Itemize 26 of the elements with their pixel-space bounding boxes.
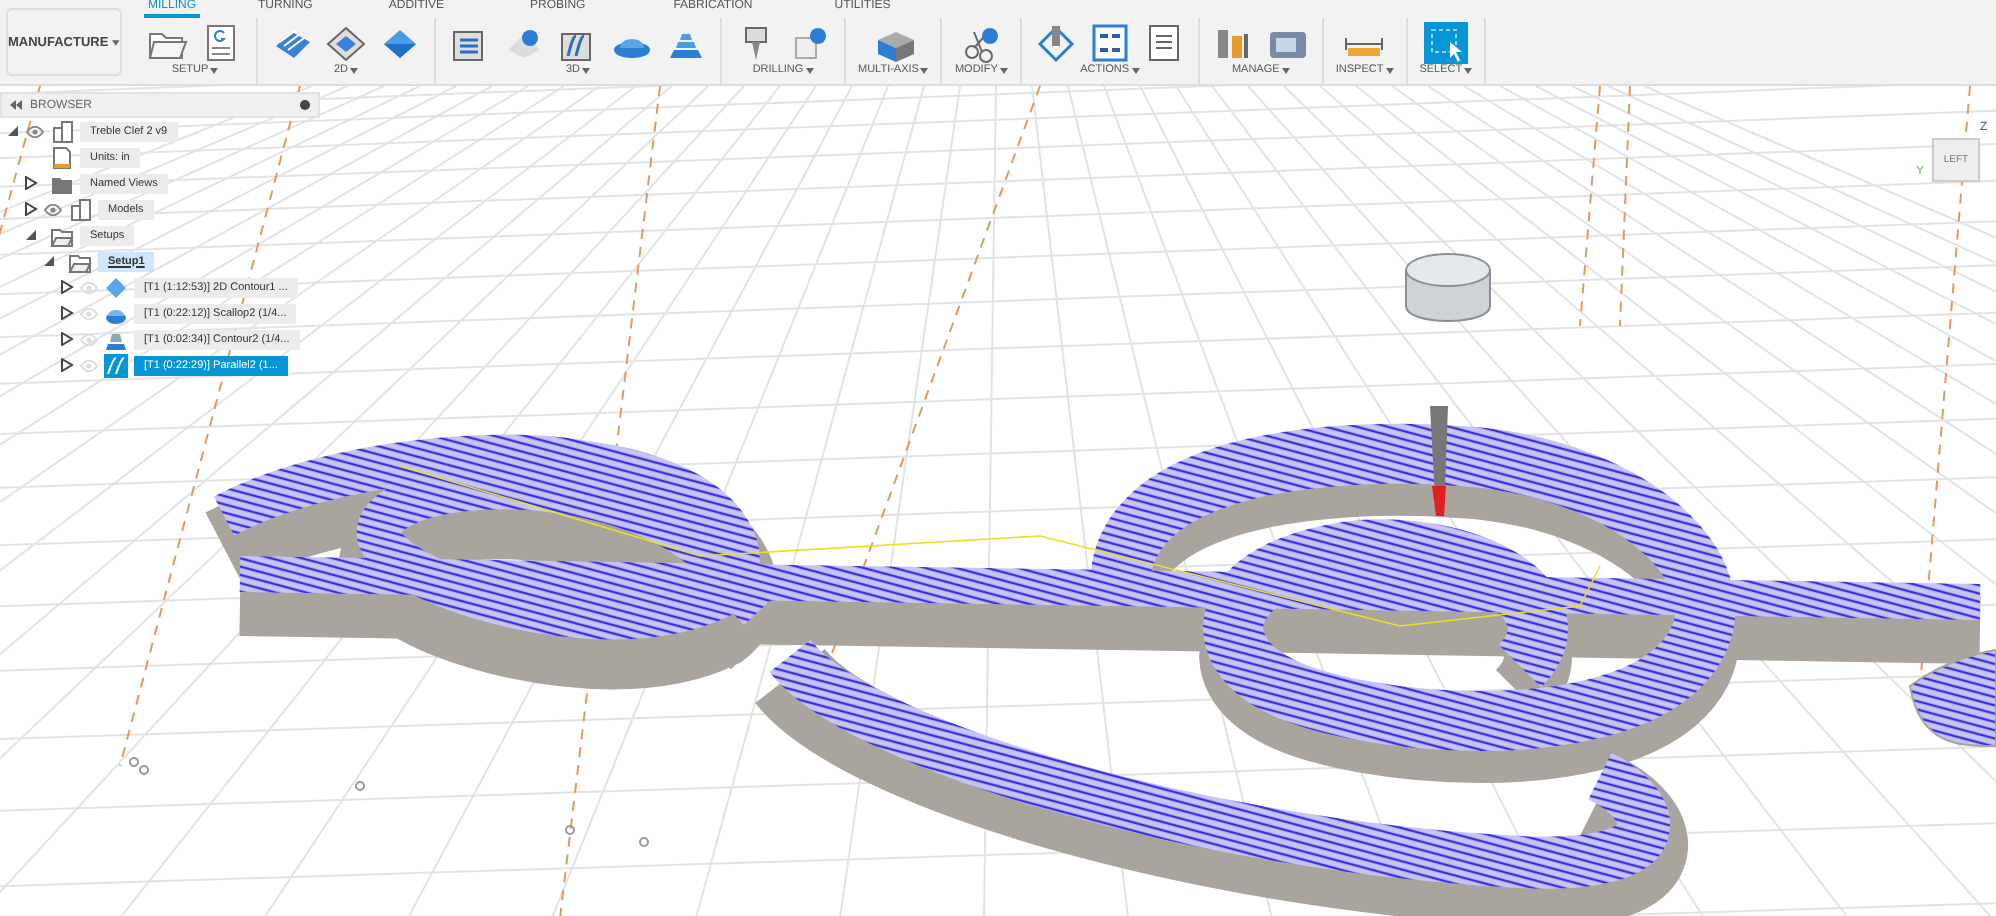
diamond-tool-icon[interactable]	[324, 21, 368, 63]
folder-icon	[50, 223, 74, 247]
caret-icon	[112, 39, 120, 45]
expanded-arrow-icon[interactable]	[6, 124, 20, 138]
eye-icon[interactable]	[44, 203, 62, 215]
eye-icon[interactable]	[26, 125, 44, 137]
caret-icon	[210, 67, 219, 73]
component-icon	[68, 197, 92, 221]
pin-icon[interactable]	[300, 100, 310, 110]
caret-icon	[1281, 67, 1290, 73]
caret-icon	[999, 67, 1008, 73]
caret-icon	[1464, 67, 1473, 73]
caret-icon	[582, 67, 591, 73]
probe-tool-icon[interactable]	[1033, 21, 1078, 63]
parallel-path-icon	[104, 353, 128, 377]
selection-tool-icon[interactable]	[1423, 21, 1468, 63]
caret-icon	[805, 67, 814, 73]
component-icon	[50, 119, 74, 143]
gcode-tool-icon[interactable]	[1087, 21, 1132, 63]
caret-icon	[1385, 67, 1394, 73]
caret-icon	[350, 67, 359, 73]
collapse-icon[interactable]	[10, 100, 22, 110]
document-icon	[50, 145, 74, 169]
caret-icon	[1131, 67, 1140, 73]
diamond-icon	[104, 275, 128, 299]
caret-icon	[920, 67, 929, 73]
